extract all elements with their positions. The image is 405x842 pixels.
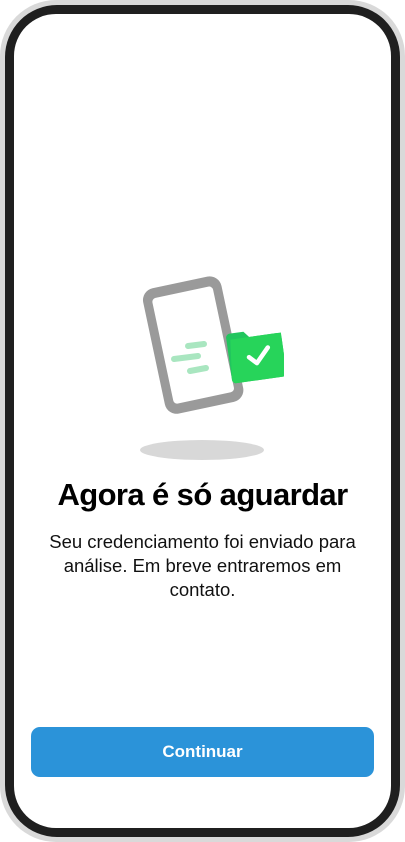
- illustration-shadow: [140, 440, 264, 460]
- folder-icon: [226, 331, 284, 384]
- page-title: Agora é só aguardar: [57, 477, 348, 512]
- continue-button[interactable]: Continuar: [31, 727, 374, 777]
- status-message: Seu credenciamento foi enviado para anál…: [49, 531, 356, 600]
- app-screen: Agora é só aguardar Seu credenciamento f…: [14, 14, 391, 828]
- phone-with-approved-folder-icon: [140, 276, 284, 460]
